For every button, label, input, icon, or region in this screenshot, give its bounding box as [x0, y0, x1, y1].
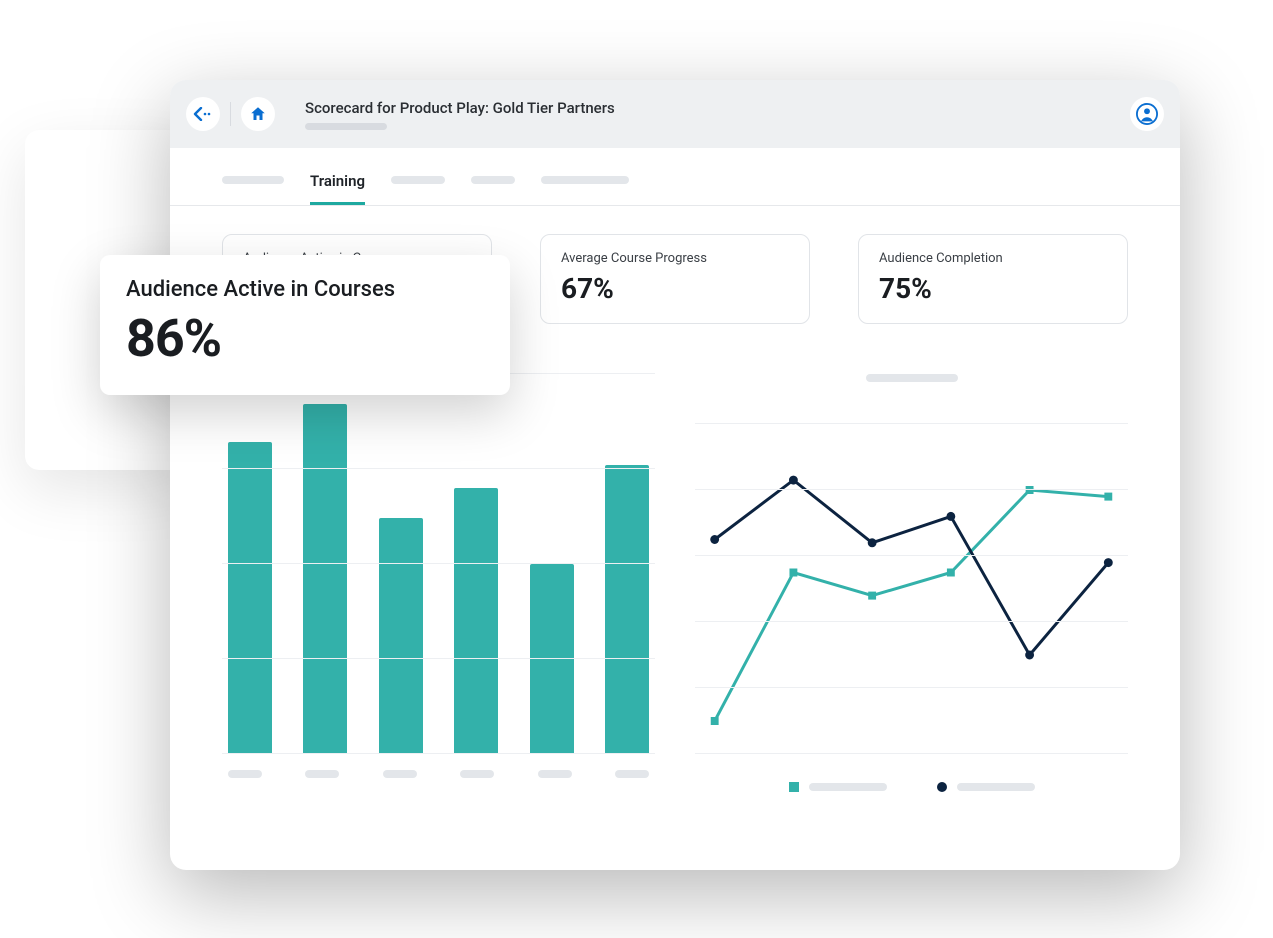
bar-x-labels — [222, 754, 655, 778]
stat-value: 67% — [561, 272, 789, 305]
stat-label: Average Course Progress — [561, 251, 789, 266]
gridline — [695, 555, 1128, 556]
charts-row — [170, 324, 1180, 822]
gridline — [222, 753, 655, 754]
bar — [379, 518, 423, 754]
legend-marker-square-icon — [789, 782, 799, 792]
line-chart — [695, 424, 1128, 754]
page-title: Scorecard for Product Play: Gold Tier Pa… — [305, 99, 615, 117]
back-button[interactable] — [186, 97, 220, 131]
x-label-placeholder — [228, 770, 262, 778]
chart-title-placeholder — [866, 374, 958, 382]
topbar: Scorecard for Product Play: Gold Tier Pa… — [170, 80, 1180, 148]
dashboard-window: Scorecard for Product Play: Gold Tier Pa… — [170, 80, 1180, 870]
bar — [228, 442, 272, 754]
bar — [454, 488, 498, 754]
gridline — [695, 489, 1128, 490]
x-label-placeholder — [460, 770, 494, 778]
gridline — [695, 687, 1128, 688]
x-label-placeholder — [615, 770, 649, 778]
gridline — [222, 658, 655, 659]
toolbar-divider — [230, 102, 231, 126]
tab-bar: Training — [170, 148, 1180, 206]
gridline — [695, 423, 1128, 424]
data-point — [789, 476, 798, 485]
x-label-placeholder — [383, 770, 417, 778]
legend-item — [789, 782, 887, 792]
data-point — [1026, 486, 1034, 494]
gridline — [695, 753, 1128, 754]
home-button[interactable] — [241, 97, 275, 131]
stat-value: 75% — [879, 272, 1107, 305]
data-point — [868, 592, 876, 600]
bar — [303, 404, 347, 754]
legend-label-placeholder — [809, 783, 887, 791]
data-point — [711, 717, 719, 725]
highlight-stat-label: Audience Active in Courses — [126, 277, 484, 302]
profile-button[interactable] — [1130, 97, 1164, 131]
bar — [605, 465, 649, 754]
bar-chart-panel — [222, 374, 655, 792]
data-point — [1025, 651, 1034, 660]
x-label-placeholder — [305, 770, 339, 778]
data-point — [710, 535, 719, 544]
tab-placeholder[interactable] — [471, 176, 515, 184]
line-chart-legend — [695, 782, 1128, 792]
subtitle-placeholder — [305, 123, 387, 130]
data-point — [1104, 493, 1112, 501]
user-circle-icon — [1136, 103, 1158, 125]
x-label-placeholder — [538, 770, 572, 778]
data-point — [1104, 558, 1113, 567]
line-series — [715, 480, 1109, 655]
bar-chart — [222, 374, 655, 754]
legend-label-placeholder — [957, 783, 1035, 791]
legend-item — [937, 782, 1035, 792]
gridline — [222, 468, 655, 469]
gridline — [222, 563, 655, 564]
legend-marker-circle-icon — [937, 782, 947, 792]
back-arrow-icon — [193, 107, 213, 121]
stat-label: Audience Completion — [879, 251, 1107, 266]
data-point — [789, 569, 797, 577]
tab-training[interactable]: Training — [310, 172, 365, 205]
gridline — [695, 621, 1128, 622]
bar — [530, 564, 574, 754]
data-point — [947, 569, 955, 577]
title-block: Scorecard for Product Play: Gold Tier Pa… — [305, 99, 615, 130]
stat-card-avg-progress: Average Course Progress 67% — [540, 234, 810, 324]
tab-placeholder[interactable] — [222, 176, 284, 184]
home-icon — [249, 105, 267, 123]
highlight-stat-card: Audience Active in Courses 86% — [100, 255, 510, 395]
line-chart-panel — [695, 374, 1128, 792]
data-point — [946, 512, 955, 521]
data-point — [868, 538, 877, 547]
stat-card-completion: Audience Completion 75% — [858, 234, 1128, 324]
tab-placeholder[interactable] — [391, 176, 445, 184]
tab-placeholder[interactable] — [541, 176, 629, 184]
highlight-stat-value: 86% — [126, 308, 484, 369]
